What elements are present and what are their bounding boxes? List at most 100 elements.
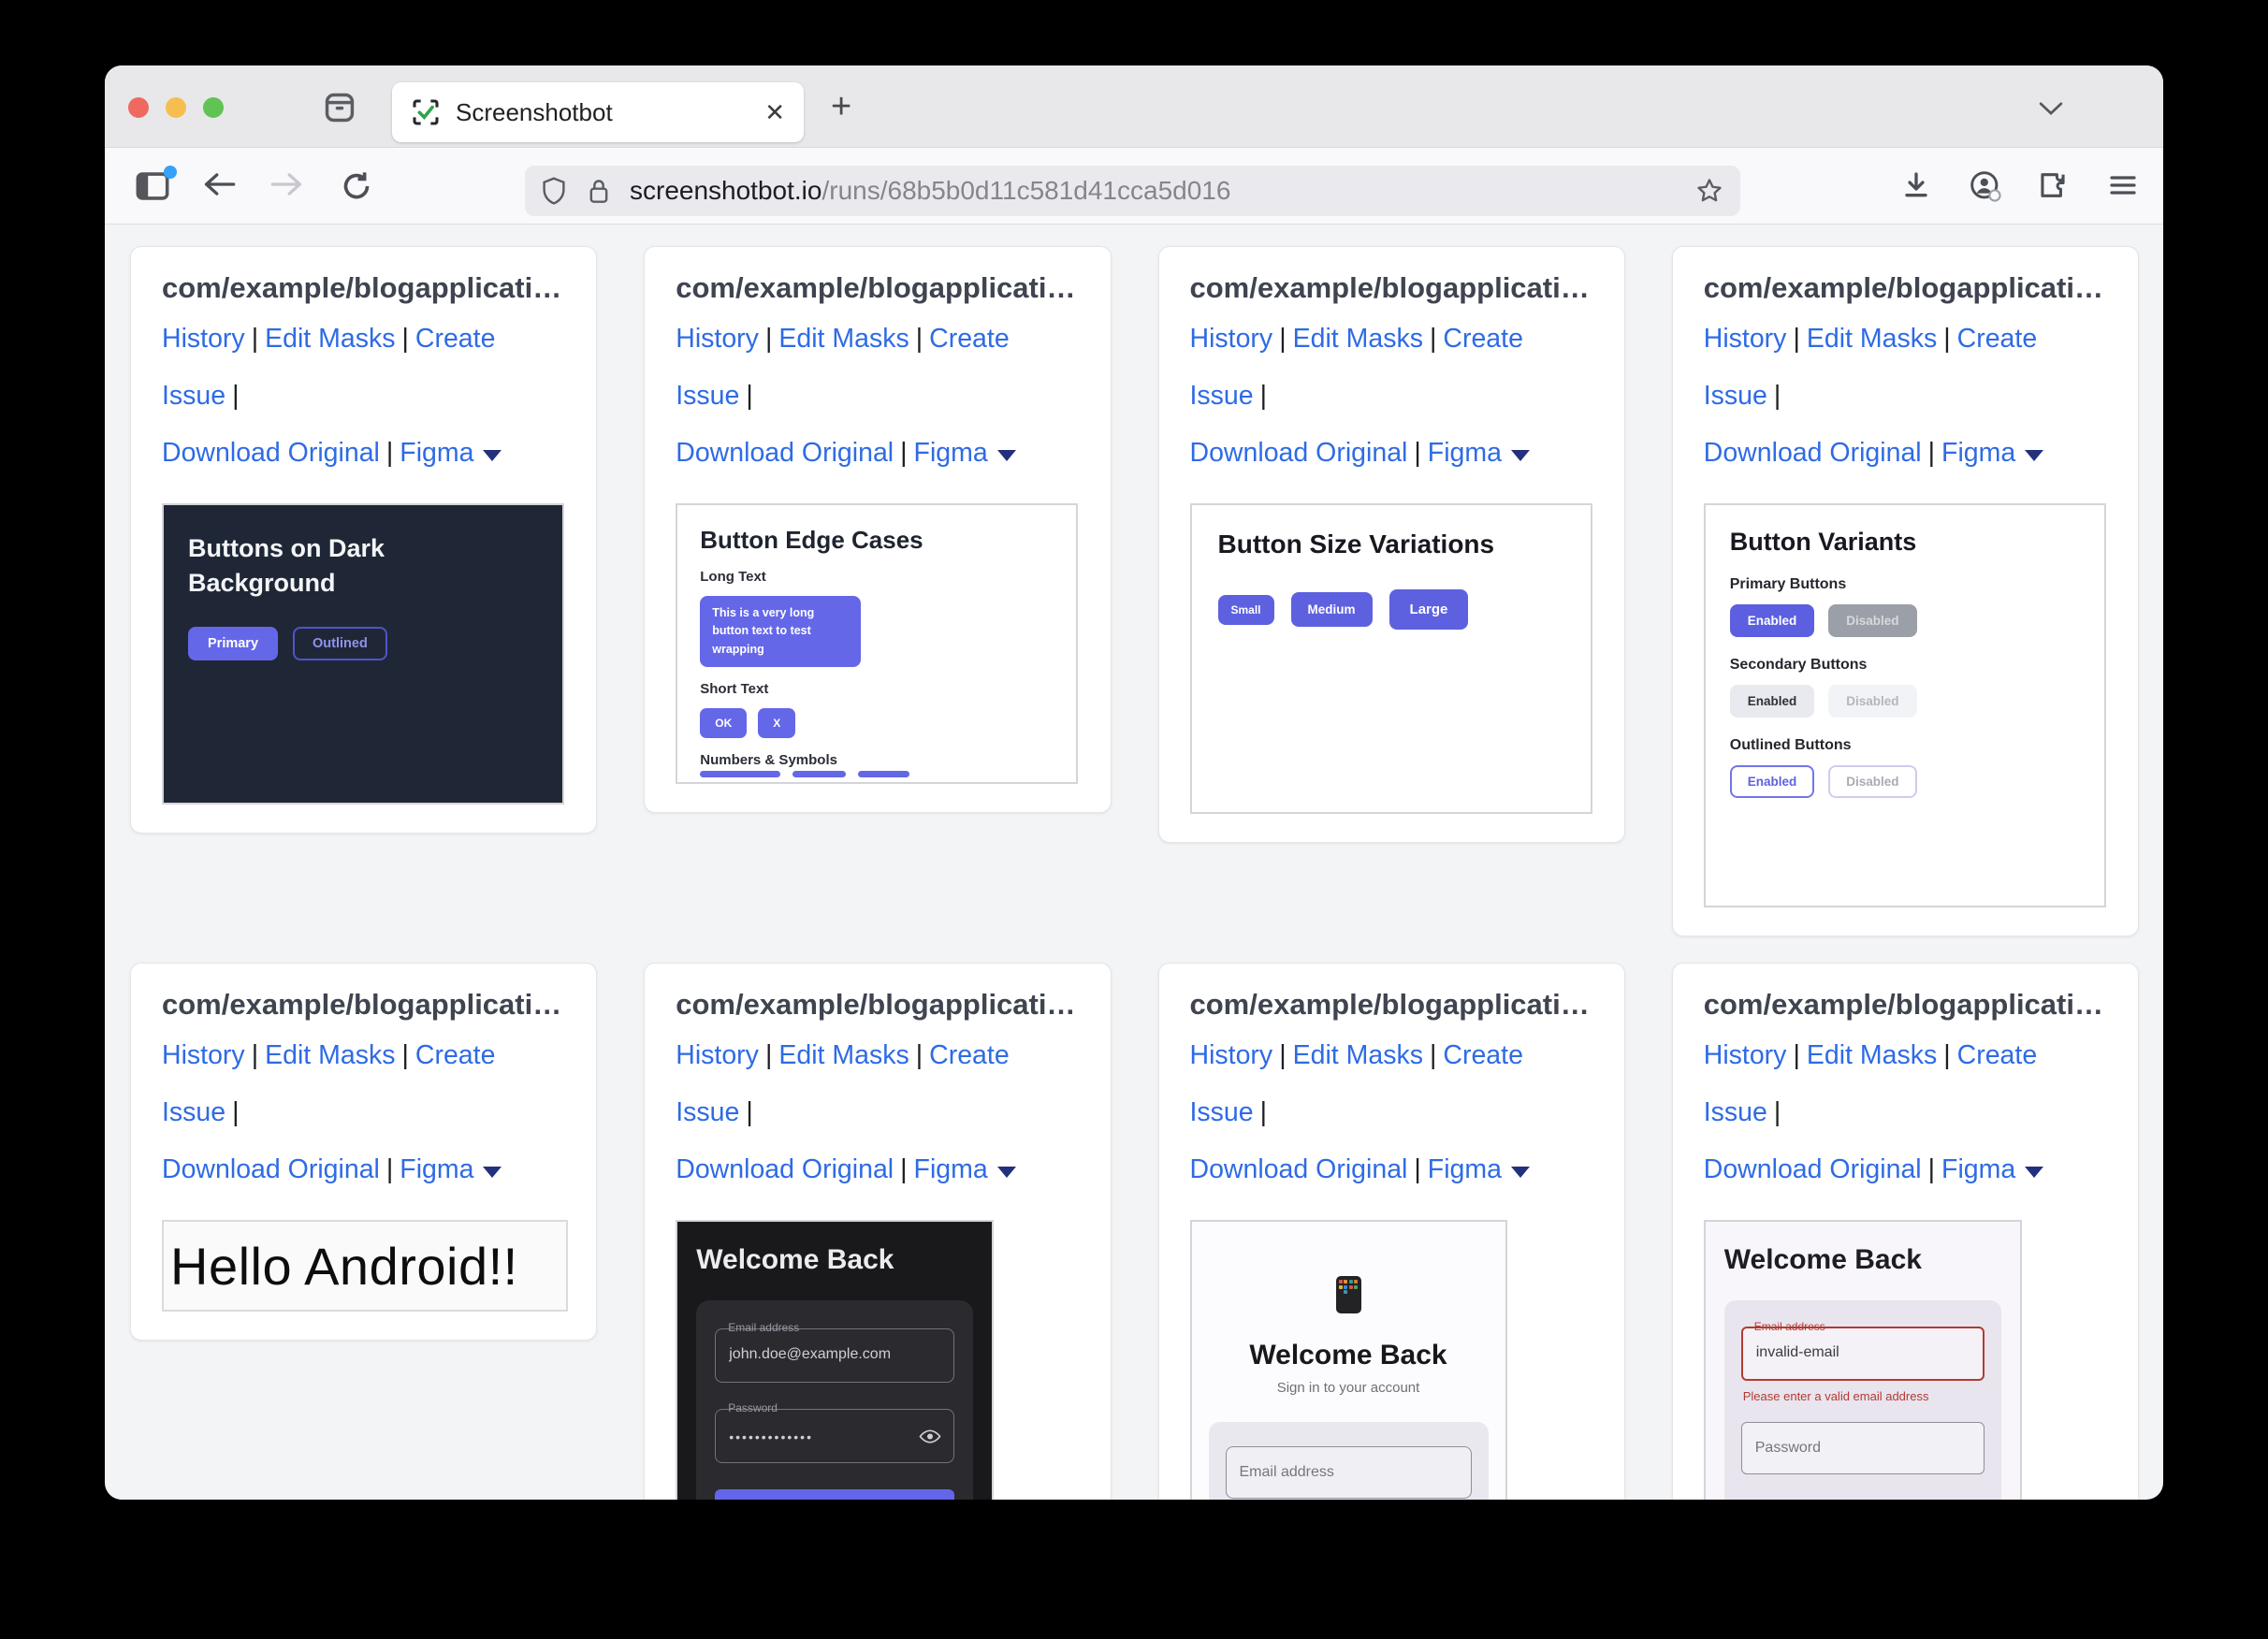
shot-group-label: Primary Buttons	[1730, 576, 2080, 593]
bookmark-star-icon[interactable]	[1695, 177, 1723, 205]
link-separator: |	[1793, 1040, 1799, 1070]
tab-list-chevron-icon[interactable]	[2038, 101, 2064, 116]
shot-heading: Welcome Back	[696, 1244, 973, 1276]
figma-dropdown[interactable]: Figma	[400, 1154, 473, 1184]
figma-caret-icon[interactable]	[997, 1167, 1016, 1178]
close-window-button[interactable]	[128, 97, 149, 118]
screenshot-thumbnail-error-login[interactable]: Welcome Back Email address invalid-email…	[1704, 1220, 2022, 1500]
edit-masks-link[interactable]: Edit Masks	[265, 1040, 395, 1070]
history-link[interactable]: History	[676, 1040, 759, 1070]
downloads-icon[interactable]	[1901, 170, 1931, 200]
figma-dropdown[interactable]: Figma	[914, 1154, 988, 1184]
sidebar-toggle-icon[interactable]	[136, 172, 173, 200]
browser-window: Screenshotbot ✕ + screens	[105, 65, 2163, 1500]
shot-login-form: Email address invalid-email Please enter…	[1724, 1300, 2001, 1500]
screenshot-thumbnail-hello-android[interactable]: Hello Android!!	[162, 1220, 568, 1312]
download-original-link[interactable]: Download Original	[1704, 438, 1922, 468]
figma-dropdown[interactable]: Figma	[1428, 438, 1502, 468]
extensions-puzzle-icon[interactable]	[2038, 170, 2068, 200]
card-links: History|Edit Masks|Create Issue| Downloa…	[1704, 311, 2110, 482]
menu-hamburger-icon[interactable]	[2108, 170, 2138, 200]
history-link[interactable]: History	[676, 324, 759, 354]
card-links: History|Edit Masks|Create Issue| Downloa…	[162, 1027, 568, 1198]
tab-close-icon[interactable]: ✕	[764, 98, 785, 127]
screenshot-name: com/example/blogapplicati…	[1704, 271, 2110, 305]
figma-caret-icon[interactable]	[483, 1167, 502, 1178]
edit-masks-link[interactable]: Edit Masks	[265, 324, 395, 354]
link-separator: |	[1414, 1154, 1420, 1184]
edit-masks-link[interactable]: Edit Masks	[778, 1040, 909, 1070]
eye-icon	[919, 1429, 941, 1444]
shield-icon[interactable]	[542, 177, 566, 205]
lock-icon[interactable]	[589, 178, 609, 204]
figma-dropdown[interactable]: Figma	[914, 438, 988, 468]
history-link[interactable]: History	[162, 324, 245, 354]
download-original-link[interactable]: Download Original	[676, 1154, 894, 1184]
screenshot-thumbnail-edge-cases[interactable]: Button Edge Cases Long Text This is a ve…	[676, 503, 1078, 784]
screenshot-thumbnail-dark-login[interactable]: Welcome Back Email address john.doe@exam…	[676, 1220, 994, 1500]
history-link[interactable]: History	[1704, 324, 1787, 354]
shot-heading: Button Variants	[1730, 528, 2080, 557]
screenshot-thumbnail-light-login[interactable]: Welcome Back Sign in to your account Ema…	[1190, 1220, 1507, 1500]
figma-caret-icon[interactable]	[997, 450, 1016, 461]
screenshot-card: com/example/blogapplicati… History|Edit …	[1158, 963, 1625, 1500]
screenshot-thumbnail-button-variants[interactable]: Button Variants Primary Buttons Enabled …	[1704, 503, 2106, 907]
card-row-1: com/example/blogapplicati… History|Edit …	[130, 246, 2139, 936]
edit-masks-link[interactable]: Edit Masks	[1293, 1040, 1423, 1070]
edit-masks-link[interactable]: Edit Masks	[1807, 324, 1937, 354]
reload-button[interactable]	[341, 170, 372, 202]
screenshot-thumbnail-dark-buttons[interactable]: Buttons on Dark Background Primary Outli…	[162, 503, 564, 805]
figma-dropdown[interactable]: Figma	[1941, 438, 2015, 468]
screenshot-thumbnail-size-variations[interactable]: Button Size Variations Small Medium Larg…	[1190, 503, 1592, 814]
download-original-link[interactable]: Download Original	[1704, 1154, 1922, 1184]
download-original-link[interactable]: Download Original	[162, 1154, 380, 1184]
zoom-window-button[interactable]	[203, 97, 224, 118]
card-links: History|Edit Masks|Create Issue| Downloa…	[676, 311, 1082, 482]
edit-masks-link[interactable]: Edit Masks	[1293, 324, 1423, 354]
download-original-link[interactable]: Download Original	[676, 438, 894, 468]
figma-caret-icon[interactable]	[2025, 1167, 2043, 1178]
shot-disabled-button: Disabled	[1828, 765, 1916, 798]
figma-caret-icon[interactable]	[1511, 1167, 1530, 1178]
new-tab-button[interactable]: +	[831, 90, 851, 123]
figma-caret-icon[interactable]	[2025, 450, 2043, 461]
clipped-button-bar	[792, 771, 846, 777]
history-link[interactable]: History	[162, 1040, 245, 1070]
figma-dropdown[interactable]: Figma	[1941, 1154, 2015, 1184]
forward-button[interactable]	[269, 170, 305, 198]
account-icon[interactable]	[1970, 170, 2001, 202]
history-link[interactable]: History	[1704, 1040, 1787, 1070]
shot-medium-button: Medium	[1291, 592, 1373, 627]
minimize-window-button[interactable]	[166, 97, 186, 118]
shot-password-field: Password	[1741, 1422, 1985, 1474]
download-original-link[interactable]: Download Original	[162, 438, 380, 468]
screenshot-name: com/example/blogapplicati…	[162, 271, 568, 305]
link-separator: |	[765, 1040, 772, 1070]
download-original-link[interactable]: Download Original	[1190, 438, 1408, 468]
shot-email-field: Email address	[1226, 1446, 1472, 1499]
screenshot-card: com/example/blogapplicati… History|Edit …	[644, 246, 1111, 813]
shot-subheading: Sign in to your account	[1209, 1380, 1489, 1396]
download-original-link[interactable]: Download Original	[1190, 1154, 1408, 1184]
shot-password-placeholder: Password	[1755, 1440, 1821, 1457]
figma-dropdown[interactable]: Figma	[1428, 1154, 1502, 1184]
shot-small-button: Small	[1218, 595, 1274, 625]
figma-dropdown[interactable]: Figma	[400, 438, 473, 468]
shot-disabled-button: Disabled	[1828, 685, 1916, 718]
link-separator: |	[1928, 1154, 1935, 1184]
link-separator: |	[252, 324, 258, 354]
edit-masks-link[interactable]: Edit Masks	[1807, 1040, 1937, 1070]
history-link[interactable]: History	[1190, 324, 1273, 354]
tab-screenshotbot[interactable]: Screenshotbot ✕	[392, 82, 804, 142]
figma-caret-icon[interactable]	[1511, 450, 1530, 461]
figma-caret-icon[interactable]	[483, 450, 502, 461]
url-text[interactable]: screenshotbot.io/runs/68b5b0d11c581d41cc…	[630, 176, 1230, 206]
link-separator: |	[765, 324, 772, 354]
archive-tabs-icon[interactable]	[322, 90, 357, 125]
url-bar[interactable]: screenshotbot.io/runs/68b5b0d11c581d41cc…	[525, 166, 1740, 216]
history-link[interactable]: History	[1190, 1040, 1273, 1070]
link-separator: |	[1793, 324, 1799, 354]
link-separator: |	[1279, 1040, 1286, 1070]
edit-masks-link[interactable]: Edit Masks	[778, 324, 909, 354]
back-button[interactable]	[201, 170, 237, 198]
